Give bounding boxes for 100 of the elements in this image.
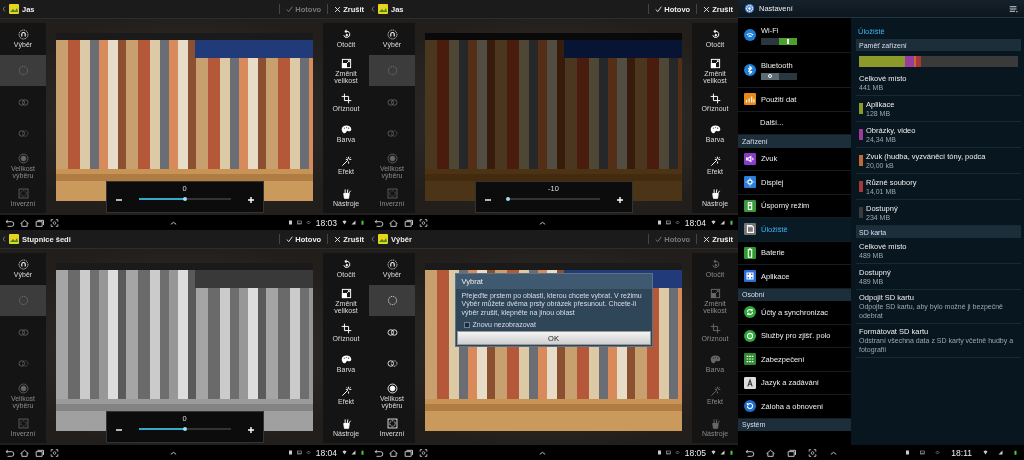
lasso-icon <box>17 29 29 41</box>
clock-time: 18:04 <box>684 217 706 228</box>
wifi-icon <box>744 29 756 41</box>
document-icon <box>905 450 911 455</box>
rotate-icon <box>340 259 352 271</box>
recent-apps-icon[interactable] <box>34 218 45 227</box>
battery-icon <box>1013 450 1018 455</box>
checkmark-icon <box>286 5 294 13</box>
photo-editor-app-icon <box>9 234 19 244</box>
screenshot-icon[interactable] <box>49 218 60 227</box>
palette-icon <box>340 354 352 366</box>
recycle-battery-icon <box>744 199 756 212</box>
settings-icon <box>744 3 755 14</box>
brush-cup-icon <box>340 417 352 429</box>
picture-icon <box>665 450 671 455</box>
back-icon[interactable] <box>373 218 384 227</box>
keypad-icon <box>744 353 756 366</box>
rotate-icon <box>709 29 721 41</box>
screenshot-icon[interactable] <box>418 218 429 227</box>
battery-icon <box>729 450 734 455</box>
ring-dot-icon <box>17 382 29 394</box>
clock-time: 18:03 <box>315 217 337 228</box>
toggle-switch[interactable] <box>761 72 797 80</box>
plus-icon <box>245 195 256 205</box>
back-icon[interactable] <box>4 218 15 227</box>
square-circle-icon <box>386 187 398 199</box>
signal-icon <box>720 450 725 455</box>
back-icon[interactable] <box>744 448 755 457</box>
recent-apps-icon[interactable] <box>34 448 45 457</box>
sync-icon <box>744 306 756 319</box>
palette-icon <box>340 124 352 136</box>
signal-icon <box>720 220 725 225</box>
ring-dot-icon <box>386 382 398 394</box>
screenshot-icon[interactable] <box>807 448 818 457</box>
palette-icon <box>709 354 721 366</box>
back-chevron-icon[interactable] <box>371 6 375 12</box>
joined-circles-icon <box>386 326 398 338</box>
restore-icon <box>744 400 756 413</box>
slider-thumb[interactable] <box>182 196 187 201</box>
slider-thumb[interactable] <box>505 196 510 201</box>
sync-icon <box>305 450 311 455</box>
lasso-icon <box>17 259 29 271</box>
resize-icon <box>340 287 352 299</box>
home-icon[interactable] <box>388 448 399 457</box>
checkbox[interactable] <box>463 321 470 328</box>
ring-dot-icon <box>386 152 398 164</box>
lasso-icon <box>386 259 398 271</box>
close-icon <box>703 235 711 243</box>
brush-cup-icon <box>709 417 721 429</box>
back-chevron-icon[interactable] <box>2 236 6 242</box>
square-circle-icon <box>386 417 398 429</box>
overlapping-circles-icon <box>17 358 29 370</box>
close-icon <box>334 235 342 243</box>
resize-icon <box>709 287 721 299</box>
signal-icon <box>351 220 356 225</box>
checkmark-icon <box>655 235 663 243</box>
letter-icon <box>744 376 756 389</box>
overlapping-circles-icon <box>386 358 398 370</box>
brush-cup-icon <box>340 187 352 199</box>
grid-icon <box>744 270 756 283</box>
battery-icon <box>744 246 756 259</box>
joined-circles-icon <box>386 96 398 108</box>
back-icon[interactable] <box>373 448 384 457</box>
home-icon[interactable] <box>765 448 776 457</box>
wifi-icon <box>711 450 716 455</box>
back-icon[interactable] <box>4 448 15 457</box>
wifi-icon <box>342 450 347 455</box>
wifi-icon <box>711 220 716 225</box>
menu-icon[interactable] <box>1009 4 1018 13</box>
sync-icon <box>674 220 680 225</box>
screenshot-icon[interactable] <box>418 448 429 457</box>
back-chevron-icon[interactable] <box>371 236 375 242</box>
screenshot-icon[interactable] <box>49 448 60 457</box>
signal-icon <box>351 450 356 455</box>
back-chevron-icon[interactable] <box>2 6 6 12</box>
speaker-icon <box>744 152 756 165</box>
clock-time: 18:04 <box>315 447 337 458</box>
document-icon <box>287 450 293 455</box>
home-icon[interactable] <box>388 218 399 227</box>
slider-thumb[interactable] <box>182 426 187 431</box>
dashed-circle-icon <box>386 65 398 76</box>
joined-circles-icon <box>17 96 29 108</box>
sync-icon <box>674 450 680 455</box>
home-icon[interactable] <box>19 218 30 227</box>
lasso-icon <box>386 29 398 41</box>
close-icon <box>703 5 711 13</box>
crop-icon <box>709 322 721 334</box>
sd-card-icon <box>744 223 756 236</box>
rotate-icon <box>340 29 352 41</box>
recent-apps-icon[interactable] <box>403 218 414 227</box>
joined-circles-icon <box>17 326 29 338</box>
picture-icon <box>296 450 302 455</box>
crop-icon <box>340 322 352 334</box>
plus-icon <box>614 195 625 205</box>
home-icon[interactable] <box>19 448 30 457</box>
recent-apps-icon[interactable] <box>786 448 797 457</box>
brightness-slider[interactable] <box>507 196 600 202</box>
wifi-icon <box>342 220 347 225</box>
recent-apps-icon[interactable] <box>403 448 414 457</box>
toggle-switch[interactable] <box>761 37 797 45</box>
